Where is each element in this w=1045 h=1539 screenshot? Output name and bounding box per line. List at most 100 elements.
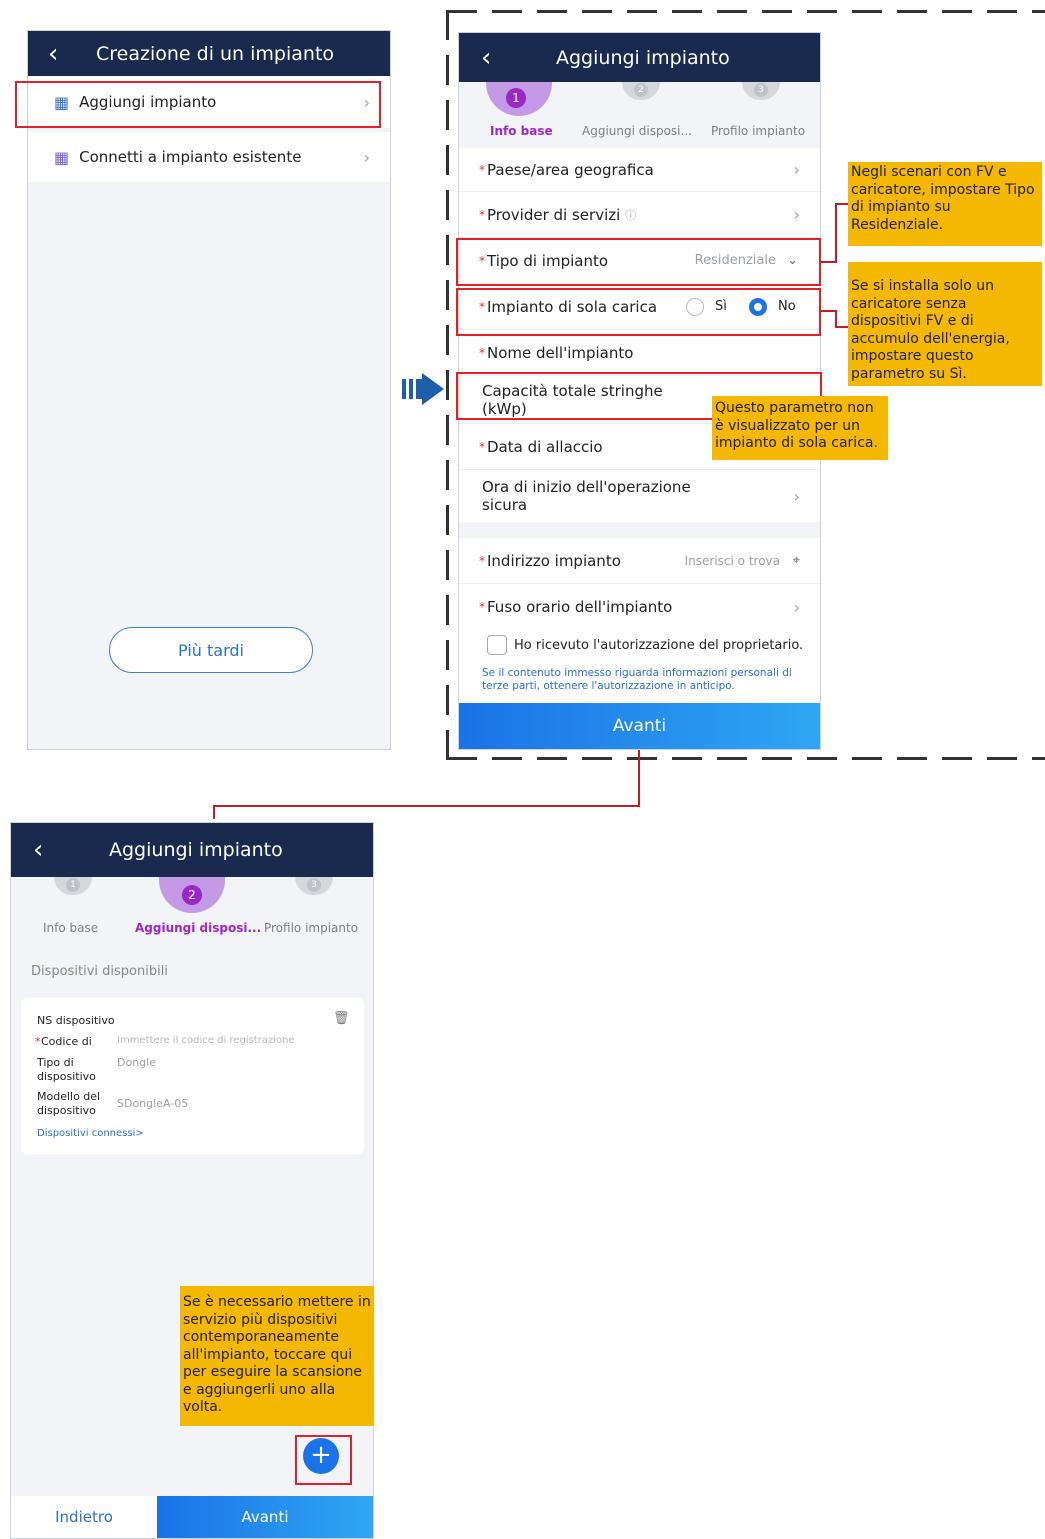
- dashed-frame-bottom: [447, 757, 1045, 760]
- back-icon[interactable]: ‹: [48, 31, 58, 76]
- back-icon[interactable]: ‹: [481, 33, 491, 82]
- note-plant-type: Negli scenari con FV e caricatore, impos…: [848, 162, 1042, 246]
- back-icon[interactable]: ‹: [33, 823, 43, 877]
- field-timezone[interactable]: * Fuso orario dell'impianto ›: [459, 584, 820, 630]
- step-1-label: Info base: [43, 921, 99, 935]
- highlight-add-device: [295, 1435, 352, 1485]
- highlight-add-plant: [15, 81, 381, 128]
- step-3-badge[interactable]: 3: [742, 82, 780, 100]
- note-capacity: Questo parametro non è visualizzato per …: [712, 396, 888, 460]
- header-bar: ‹ Creazione di un impianto: [28, 31, 390, 76]
- field-plant-name[interactable]: * Nome dell'impianto: [459, 330, 820, 376]
- step-2-label: Aggiungi disposi...: [582, 124, 692, 138]
- back-bottom-button[interactable]: Indietro: [11, 1496, 157, 1538]
- field-label: Provider di servizi: [487, 205, 621, 224]
- model-value: SDongleA-05: [117, 1097, 189, 1110]
- required-mark: *: [479, 162, 485, 177]
- type-value: Dongle: [117, 1056, 156, 1069]
- required-mark: *: [479, 439, 485, 454]
- step-number: 2: [182, 885, 202, 905]
- connector-line: [835, 203, 837, 263]
- step-indicator: 1 2 3 Info base Aggiungi disposi... Prof…: [11, 877, 373, 947]
- required-mark: *: [479, 207, 485, 222]
- later-button-label: Più tardi: [178, 640, 244, 660]
- chevron-right-icon: ›: [793, 597, 800, 617]
- required-mark: *: [479, 600, 485, 614]
- step-2-badge[interactable]: 2: [622, 82, 660, 100]
- step-3-label: Profilo impianto: [711, 124, 806, 138]
- code-label: Codice di: [41, 1035, 92, 1048]
- code-required-mark: *: [35, 1035, 41, 1048]
- type-label: Tipo di dispositivo: [37, 1056, 96, 1083]
- highlight-charge-only: [456, 288, 821, 336]
- location-pin-icon[interactable]: ⌖: [793, 553, 800, 568]
- consent-note: Se il contenuto immesso riguarda informa…: [482, 667, 792, 692]
- required-mark: *: [479, 345, 485, 360]
- flow-connector: [213, 805, 640, 807]
- info-icon[interactable]: ⓘ: [625, 207, 636, 223]
- note-charge-only: Se si installa solo un caricatore senza …: [848, 262, 1042, 386]
- dashed-frame-top: [447, 10, 1045, 13]
- step-3-badge[interactable]: 3: [295, 877, 333, 895]
- flow-connector: [638, 750, 640, 807]
- step-3-label: Profilo impianto: [264, 921, 359, 935]
- connector-line: [835, 203, 849, 205]
- next-step-arrow-icon: [402, 373, 444, 405]
- step-2-label: Aggiungi disposi...: [135, 921, 262, 935]
- section-title: Dispositivi disponibili: [31, 964, 168, 979]
- step-number: 1: [66, 878, 80, 892]
- consent-label: Ho ricevuto l'autorizzazione del proprie…: [514, 637, 804, 653]
- step-2-badge[interactable]: 2: [159, 877, 225, 913]
- field-safe-start[interactable]: Ora di inizio dell'operazione sicura ›: [459, 470, 820, 522]
- back-button-label: Indietro: [55, 1508, 113, 1526]
- note-add-multiple: Se è necessario mettere in servizio più …: [180, 1286, 374, 1426]
- screen-add-plant-devices: ‹ Aggiungi impianto 1 2 3 Info base Aggi…: [10, 822, 374, 1539]
- field-label: Data di allaccio: [487, 437, 603, 456]
- connector-line: [835, 326, 849, 328]
- field-label: Paese/area geografica: [487, 160, 654, 179]
- header-bar: ‹ Aggiungi impianto: [11, 823, 373, 877]
- step-1-label: Info base: [490, 124, 553, 138]
- address-placeholder: Inserisci o trova: [684, 553, 780, 568]
- required-mark: *: [479, 553, 485, 568]
- field-address[interactable]: * Indirizzo impianto Inserisci o trova ⌖: [459, 538, 820, 584]
- sn-label: NS dispositivo: [37, 1014, 115, 1027]
- page-title: Aggiungi impianto: [109, 839, 283, 861]
- menu-item-label: Connetti a impianto esistente: [79, 148, 302, 166]
- highlight-plant-type: [456, 238, 821, 286]
- later-button[interactable]: Più tardi: [109, 627, 313, 673]
- field-label: Nome dell'impianto: [487, 343, 634, 362]
- consent-checkbox[interactable]: [487, 635, 507, 655]
- field-label: Ora di inizio dell'operazione sicura: [482, 478, 691, 514]
- next-button-label: Avanti: [612, 716, 667, 736]
- model-label: Modello del dispositivo: [37, 1090, 101, 1117]
- field-label: Fuso orario dell'impianto: [487, 598, 673, 616]
- step-number: 1: [506, 88, 526, 108]
- section-divider: [459, 522, 820, 538]
- menu-item-connect-existing[interactable]: ▦ Connetti a impianto esistente ›: [28, 132, 390, 182]
- step-number: 3: [307, 878, 321, 892]
- page-title: Creazione di un impianto: [96, 42, 335, 65]
- step-1-badge[interactable]: 1: [486, 82, 552, 116]
- header-bar: ‹ Aggiungi impianto: [459, 33, 820, 82]
- step-indicator: 1 2 3 Info base Aggiungi disposi... Prof…: [459, 82, 820, 148]
- next-button[interactable]: Avanti: [459, 703, 820, 749]
- step-number: 3: [754, 83, 768, 97]
- dashed-frame-left: [446, 10, 449, 760]
- chevron-right-icon: ›: [793, 160, 800, 179]
- chevron-right-icon: ›: [363, 147, 370, 167]
- field-provider[interactable]: * Provider di servizi ⓘ ›: [459, 192, 820, 238]
- screen-plant-creation: ‹ Creazione di un impianto ▦ Aggiungi im…: [27, 30, 391, 750]
- delete-icon[interactable]: 🗑: [333, 1011, 350, 1026]
- consent-row: Ho ricevuto l'autorizzazione del proprie…: [487, 630, 820, 660]
- device-card: NS dispositivo 🗑 * Codice di Immettere i…: [21, 998, 364, 1154]
- field-country[interactable]: * Paese/area geografica ›: [459, 148, 820, 192]
- connected-devices-link[interactable]: Dispositivi connessi>: [37, 1128, 144, 1139]
- next-button-label: Avanti: [241, 1508, 289, 1526]
- step-1-badge[interactable]: 1: [54, 877, 92, 895]
- field-label: Indirizzo impianto: [487, 551, 621, 570]
- code-input[interactable]: Immettere il codice di registrazione: [117, 1035, 295, 1046]
- next-button[interactable]: Avanti: [157, 1496, 373, 1538]
- step-number: 2: [634, 83, 648, 97]
- chevron-right-icon: ›: [793, 486, 800, 506]
